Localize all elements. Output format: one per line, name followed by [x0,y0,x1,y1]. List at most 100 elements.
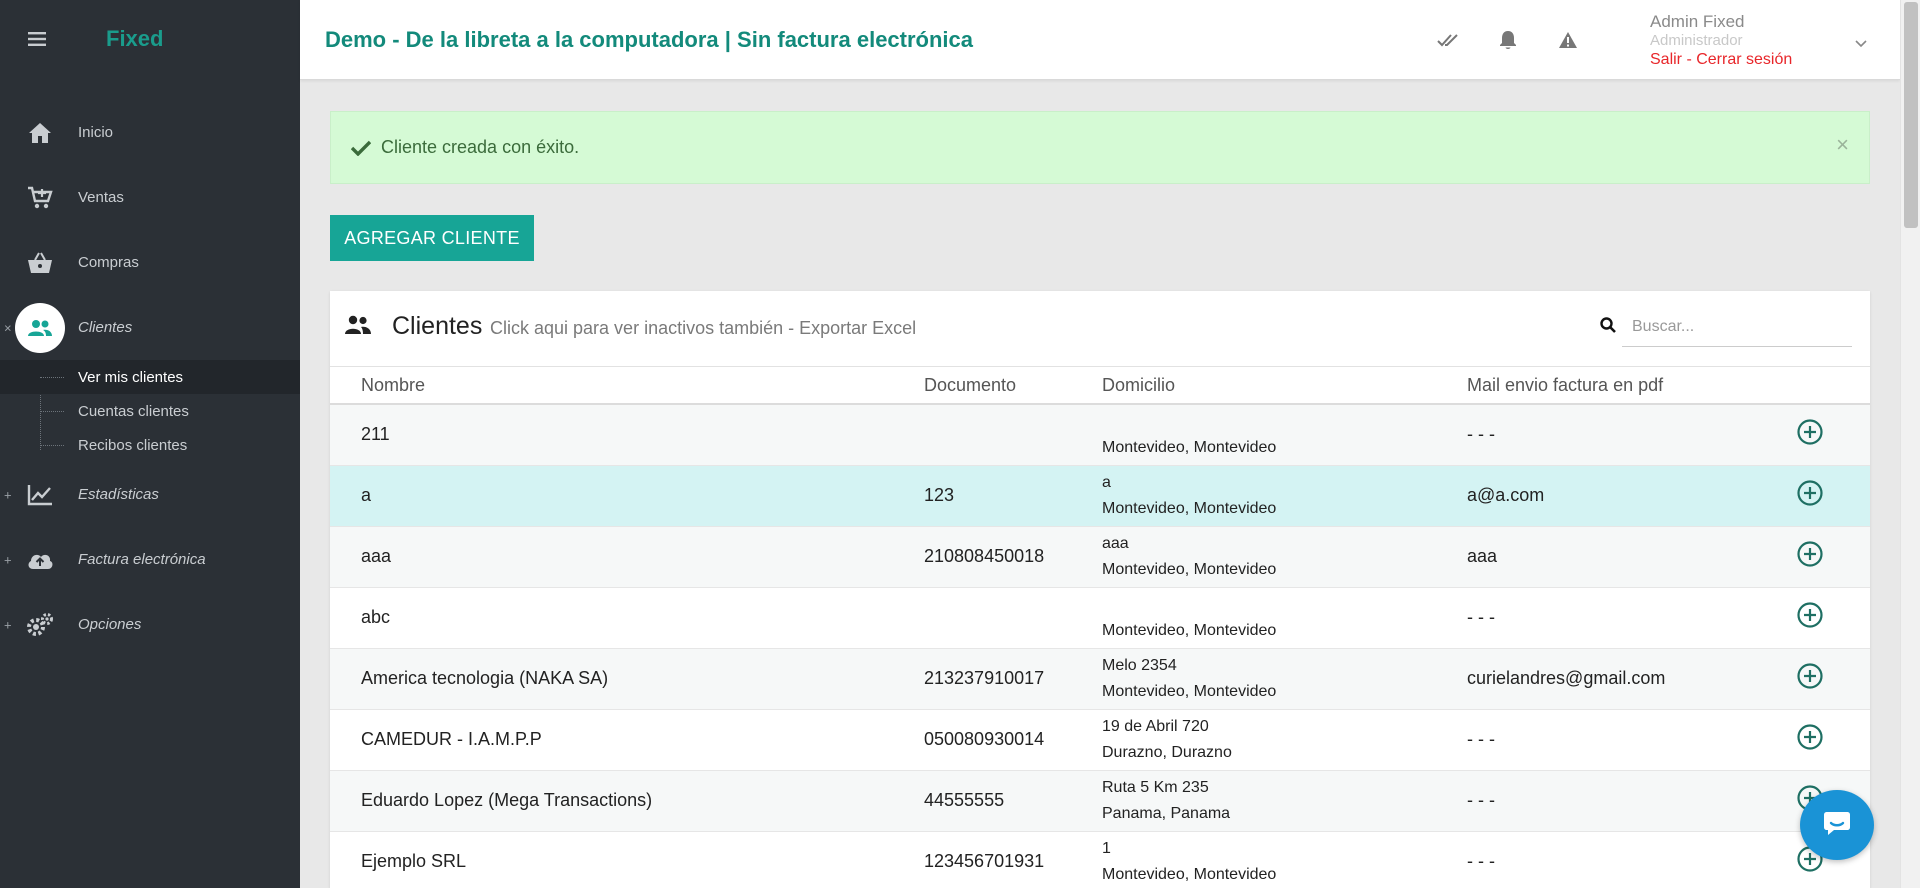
cell-documento: 050080930014 [924,729,1045,749]
success-alert: Cliente creada con éxito. × [330,111,1870,184]
row-spacer [330,587,361,648]
sidebar-item-clientes[interactable]: × Clientes [0,295,300,360]
sidebar-item-label: Estadísticas [78,486,159,503]
cell-actions [1797,709,1870,770]
table-row[interactable]: Eduardo Lopez (Mega Transactions) 4455555… [330,770,1870,831]
column-header-mail[interactable]: Mail envio factura en pdf [1467,367,1797,405]
scrollbar-thumb[interactable] [1904,2,1918,228]
address-line: aaa [1102,534,1129,552]
table-row[interactable]: a 123 a Montevideo, Montevideo a@a.com [330,465,1870,526]
plus-circle-icon[interactable] [1797,724,1823,750]
top-header: Demo - De la libreta a la computadora | … [300,0,1900,80]
gears-icon [0,612,80,638]
search-input[interactable] [1622,307,1852,347]
cell-documento: 44555555 [924,790,1005,810]
cell-documento: 213237910017 [924,668,1045,688]
users-icon [15,302,65,353]
collapse-marker[interactable]: × [4,320,12,335]
address-city: Montevideo, Montevideo [1102,621,1277,639]
cell-actions [1797,465,1870,526]
sidebar-item-estadisticas[interactable]: + Estadísticas [0,462,300,527]
user-menu[interactable]: Admin Fixed Administrador Salir - Cerrar… [1650,12,1792,70]
cell-mail: - - - [1467,607,1495,627]
column-header-documento[interactable]: Documento [924,367,1102,405]
table-row[interactable]: abc Montevideo, Montevideo - - - [330,587,1870,648]
expand-marker[interactable]: + [4,487,12,502]
warning-icon[interactable] [1556,28,1580,52]
cell-domicilio: aaa Montevideo, Montevideo [1102,526,1467,587]
address-line [1102,592,1467,618]
sidebar-item-label: Factura electrónica [78,551,206,568]
table-row[interactable]: 211 Montevideo, Montevideo - - - [330,404,1870,465]
sidebar: Fixed Inicio Ventas Compras × Clientes V… [0,0,300,888]
address-city: Panama, Panama [1102,804,1231,822]
table-row[interactable]: Ejemplo SRL 123456701931 1 Montevideo, Mont… [330,831,1870,888]
sidebar-item-icon-wrap [0,302,80,353]
address-line: a [1102,473,1111,491]
logout-link[interactable]: Salir - Cerrar sesión [1650,50,1792,70]
expand-marker[interactable]: + [4,552,12,567]
cloud-upload-icon [0,550,80,570]
row-spacer [330,648,361,709]
cell-documento [924,587,1102,648]
sidebar-item-factura-electronica[interactable]: + Factura electrónica [0,527,300,592]
plus-circle-icon[interactable] [1797,541,1823,567]
sidebar-item-ventas[interactable]: Ventas [0,165,300,230]
cell-mail: curielandres@gmail.com [1467,668,1666,688]
cell-domicilio: Montevideo, Montevideo [1102,404,1467,465]
cell-mail: - - - [1467,729,1495,749]
page-title: Demo - De la libreta a la computadora | … [325,27,974,52]
alert-message: Cliente creada con éxito. [381,137,580,157]
clients-card: Clientes Click aqui para ver inactivos t… [330,291,1870,888]
sidebar-item-opciones[interactable]: + Opciones [0,592,300,657]
cell-mail: a@a.com [1467,485,1545,505]
card-header: Clientes Click aqui para ver inactivos t… [330,291,1870,367]
cell-mail: - - - [1467,790,1495,810]
chevron-down-icon[interactable] [1855,35,1867,53]
bell-icon[interactable] [1496,28,1520,52]
cell-documento: 123 [924,485,955,505]
chat-icon [1822,810,1852,841]
page-scrollbar[interactable] [1900,0,1920,888]
table-row[interactable]: aaa 210808450018 aaa Montevideo, Montevideo… [330,526,1870,587]
cell-domicilio: 19 de Abril 720 Durazno, Durazno [1102,709,1467,770]
row-spacer [330,404,361,465]
address-city: Montevideo, Montevideo [1102,438,1277,456]
table-row[interactable]: America tecnologia (NAKA SA) 213237910017… [330,648,1870,709]
brand-logo[interactable]: Fixed [106,26,163,52]
home-icon [0,122,80,144]
cell-nombre: CAMEDUR - I.A.M.P.P [361,729,542,749]
chat-widget-button[interactable] [1800,790,1874,860]
user-role: Administrador [1650,32,1743,49]
cell-actions [1797,526,1870,587]
cell-mail: - - - [1467,851,1495,871]
card-subtitle-links[interactable]: Click aqui para ver inactivos también - … [490,318,916,339]
double-check-icon[interactable] [1436,28,1460,52]
plus-circle-icon[interactable] [1797,419,1823,445]
column-header-domicilio[interactable]: Domicilio [1102,367,1467,405]
submenu-item-ver-mis-clientes[interactable]: Ver mis clientes [0,360,300,394]
submenu-item-recibos-clientes[interactable]: Recibos clientes [0,428,300,462]
cell-domicilio: Ruta 5 Km 235 Panama, Panama [1102,770,1467,831]
cell-documento: 123456701931 [924,851,1045,871]
address-line: Melo 2354 [1102,656,1177,674]
table-row[interactable]: CAMEDUR - I.A.M.P.P 050080930014 19 de Abr… [330,709,1870,770]
sidebar-item-inicio[interactable]: Inicio [0,100,300,165]
add-client-button[interactable]: AGREGAR CLIENTE [330,215,534,261]
plus-circle-icon[interactable] [1797,602,1823,628]
address-line [1102,409,1467,435]
alert-close-button[interactable]: × [1836,132,1849,158]
column-header-nombre[interactable]: Nombre [361,367,924,405]
plus-circle-icon[interactable] [1797,663,1823,689]
menu-toggle-icon[interactable] [0,32,74,46]
address-line: Ruta 5 Km 235 [1102,778,1209,796]
expand-marker[interactable]: + [4,617,12,632]
basket-icon [0,252,80,274]
cell-nombre: abc [361,607,391,627]
submenu-item-cuentas-clientes[interactable]: Cuentas clientes [0,394,300,428]
row-spacer [330,770,361,831]
header-spacer [330,367,361,405]
clients-table: Nombre Documento Domicilio Mail envio fa… [330,367,1870,888]
plus-circle-icon[interactable] [1797,480,1823,506]
sidebar-item-compras[interactable]: Compras [0,230,300,295]
